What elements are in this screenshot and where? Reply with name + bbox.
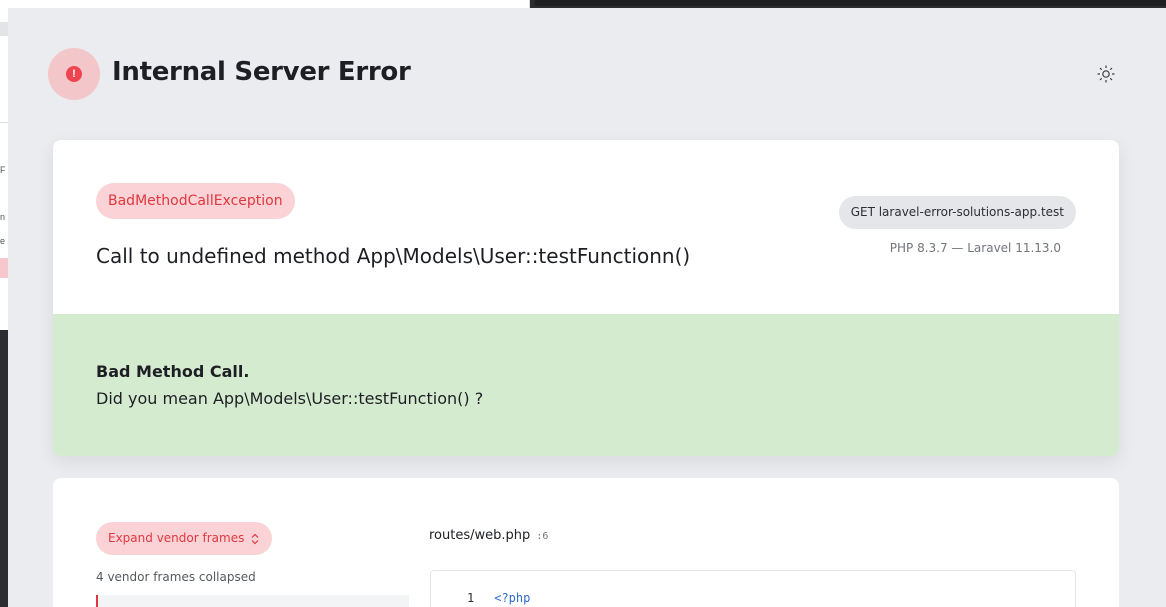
background-text: n (0, 212, 6, 222)
code-snippet: 1 <?php (430, 570, 1076, 607)
request-badge[interactable]: GET laravel-error-solutions-app.test (838, 196, 1076, 229)
solution-panel: Bad Method Call. Did you mean App\Models… (53, 314, 1119, 456)
expand-vendor-frames-button[interactable]: Expand vendor frames (96, 522, 273, 555)
file-path: routes/web.php :6 (429, 528, 548, 543)
code-line-number: 1 (467, 591, 475, 605)
background-highlight (0, 258, 8, 278)
code-line-text: <?php (494, 591, 531, 605)
expand-vendor-frames-label: Expand vendor frames (108, 531, 245, 545)
chevron-up-down-icon (251, 533, 259, 544)
code-line: 1 <?php (467, 591, 530, 605)
stack-trace-card: Expand vendor frames 4 vendor frames col… (53, 478, 1119, 607)
solution-title: Bad Method Call. (96, 362, 250, 381)
vendor-frames-collapsed-note: 4 vendor frames collapsed (96, 570, 256, 584)
file-line-number: :6 (536, 531, 549, 542)
version-info: PHP 8.3.7 — Laravel 11.13.0 (889, 241, 1061, 255)
alert-icon: ! (48, 48, 100, 100)
page-title: Internal Server Error (112, 57, 411, 87)
background-divider (0, 122, 8, 123)
exception-card: BadMethodCallException Call to undefined… (53, 140, 1119, 456)
stack-frame-item[interactable] (96, 595, 409, 607)
solution-text: Did you mean App\Models\User::testFuncti… (96, 389, 484, 408)
background-text: F (0, 165, 6, 175)
page-header: ! Internal Server Error (8, 8, 1166, 138)
background-window-dark (535, 0, 1166, 6)
exception-class-badge[interactable]: BadMethodCallException (96, 183, 295, 219)
error-page: ! Internal Server Error BadMethodCallExc… (8, 8, 1166, 607)
exception-message: Call to undefined method App\Models\User… (96, 244, 691, 268)
file-path-text: routes/web.php (429, 528, 531, 543)
background-text: e (0, 236, 6, 246)
sun-icon[interactable] (1096, 64, 1116, 84)
